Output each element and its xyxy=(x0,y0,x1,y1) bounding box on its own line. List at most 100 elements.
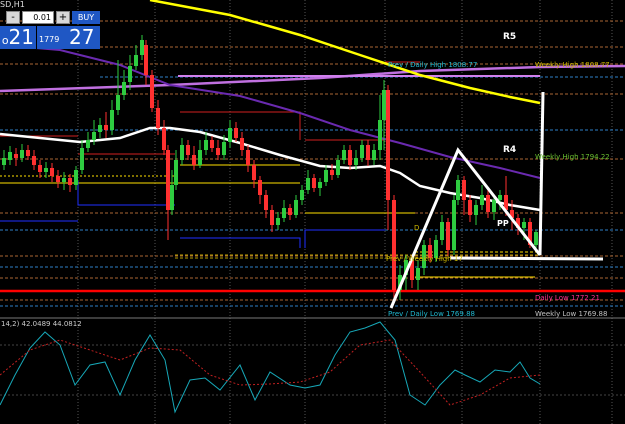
candle-body xyxy=(144,45,148,75)
candle-body xyxy=(204,140,208,150)
pp-label: PP xyxy=(497,219,509,228)
candle-body xyxy=(216,148,220,155)
candle-body xyxy=(270,210,274,225)
candle-body xyxy=(452,200,456,250)
candle-body xyxy=(336,160,340,175)
candle-body xyxy=(480,195,484,205)
indicator-label: 14,2) 42.0489 44.0812 xyxy=(1,320,82,328)
candle-body xyxy=(234,128,238,138)
candle-body xyxy=(282,208,286,218)
candle-body xyxy=(134,55,138,66)
candle-body xyxy=(378,120,382,150)
buy-price-button[interactable]: 1779 27 xyxy=(36,26,100,49)
sell-price-button[interactable]: o21 xyxy=(0,26,36,49)
candle-body xyxy=(62,178,66,182)
candle-body xyxy=(264,195,268,210)
candle-body xyxy=(170,185,174,210)
candle-body xyxy=(492,200,496,212)
candle-body xyxy=(246,150,250,165)
weekly-high-label: Weekly High 1808.77 xyxy=(535,61,610,69)
candle-body xyxy=(294,200,298,215)
d-label: D xyxy=(414,224,420,232)
r5-label: R5 xyxy=(503,32,517,42)
candle-body xyxy=(122,82,126,95)
buy-price-small: 1779 xyxy=(39,35,60,44)
candle-body xyxy=(228,128,232,142)
candle-body xyxy=(486,195,490,212)
candle-body xyxy=(44,168,48,172)
daily-low-label: Daily Low 1772.21 xyxy=(535,294,600,302)
lot-increase-button[interactable]: + xyxy=(56,11,70,24)
candle-body xyxy=(92,132,96,140)
r4-label: R4 xyxy=(503,145,517,155)
candle-body xyxy=(312,178,316,188)
candle-body xyxy=(116,95,120,110)
candle-body xyxy=(348,150,352,165)
weekly-high-2-label: Weekly High 1794.22 xyxy=(535,153,610,161)
sell-price-value: 21 xyxy=(8,25,34,49)
candle-body xyxy=(162,128,166,150)
prev-weekly-label: Prev / Weekly High 17 xyxy=(386,255,463,263)
candle-body xyxy=(166,150,170,210)
candle-body xyxy=(354,158,358,165)
candle-body xyxy=(74,170,78,185)
prev-daily-low-label: Prev / Daily Low 1769.88 xyxy=(388,310,475,318)
prev-daily-high-label: Prev / Daily High 1808.77 xyxy=(388,61,478,69)
one-click-trading-panel: - 0.01 + BUY o21 1779 27 xyxy=(0,10,100,50)
candle-body xyxy=(382,90,386,120)
candle-body xyxy=(386,90,390,200)
candle-body xyxy=(440,222,444,240)
candle-body xyxy=(324,170,328,182)
candle-body xyxy=(150,75,154,108)
candle-body xyxy=(416,268,420,280)
candle-body xyxy=(534,232,538,245)
candle-body xyxy=(50,168,54,176)
lot-decrease-button[interactable]: - xyxy=(6,11,20,24)
candle-body xyxy=(32,156,36,165)
candle-body xyxy=(8,152,12,160)
candle-body xyxy=(180,145,184,160)
candle-body xyxy=(222,142,226,155)
weekly-low-label: Weekly Low 1769.88 xyxy=(535,310,608,318)
lot-size-input[interactable]: 0.01 xyxy=(22,11,54,24)
candle-body xyxy=(38,165,42,172)
candle-body xyxy=(26,150,30,156)
symbol-label: SD,H1 xyxy=(0,0,25,9)
candle-body xyxy=(288,208,292,215)
candle-body xyxy=(198,150,202,165)
candle-body xyxy=(192,155,196,165)
candle-body xyxy=(342,150,346,160)
candle-body xyxy=(140,40,144,55)
candle-body xyxy=(318,182,322,188)
candle-body xyxy=(2,158,6,165)
buy-price-big: 27 xyxy=(69,25,95,49)
candle-body xyxy=(498,195,502,200)
candle-body xyxy=(210,140,214,148)
candle-body xyxy=(240,138,244,150)
candle-body xyxy=(128,66,132,82)
candle-body xyxy=(104,125,108,130)
candle-body xyxy=(174,160,178,185)
candle-body xyxy=(56,176,60,182)
candle-body xyxy=(80,148,84,170)
candle-body xyxy=(392,200,396,290)
candle-body xyxy=(186,145,190,155)
candle-body xyxy=(366,145,370,160)
candle-body xyxy=(110,110,114,130)
candle-body xyxy=(276,218,280,225)
candle-body xyxy=(252,165,256,180)
candle-body xyxy=(86,140,90,148)
candle-body xyxy=(98,125,102,132)
candle-body xyxy=(468,200,472,215)
candle-body xyxy=(456,180,460,200)
candle-body xyxy=(68,178,72,185)
candle-body xyxy=(462,180,466,200)
candle-body xyxy=(360,145,364,158)
candle-body xyxy=(14,154,18,158)
candle-body xyxy=(258,180,262,195)
price-chart[interactable] xyxy=(0,0,625,424)
candle-body xyxy=(474,205,478,215)
candle-body xyxy=(306,178,310,190)
candle-body xyxy=(156,108,160,128)
buy-button[interactable]: BUY xyxy=(72,11,100,24)
